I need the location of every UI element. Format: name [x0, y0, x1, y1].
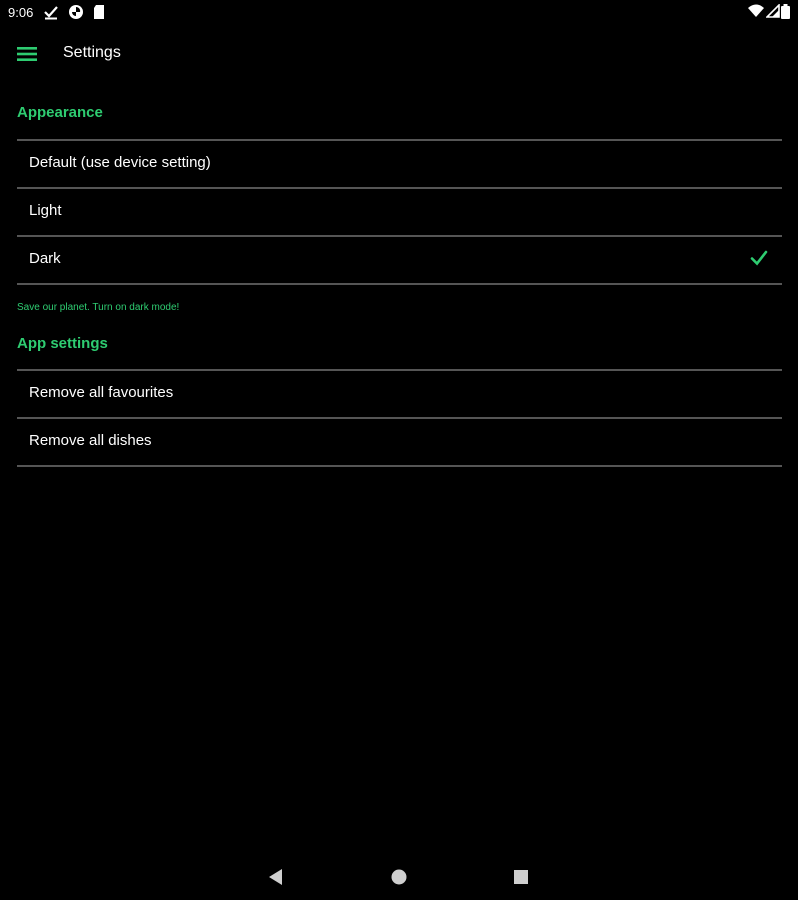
theme-option-label: Light [29, 202, 62, 219]
status-bar: 9:06 [0, 0, 798, 26]
app-settings-header: App settings [17, 335, 108, 352]
app-settings-list: Remove all favourites Remove all dishes [17, 369, 782, 467]
theme-option-label: Dark [29, 250, 61, 267]
theme-option-light[interactable]: Light [17, 187, 782, 235]
home-icon[interactable] [389, 867, 409, 887]
back-icon[interactable] [266, 867, 286, 887]
sd-card-icon [93, 4, 107, 20]
remove-all-favourites-item[interactable]: Remove all favourites [17, 369, 782, 417]
status-time: 9:06 [8, 5, 34, 20]
appearance-options: Default (use device setting) Light Dark [17, 139, 782, 285]
recents-icon[interactable] [511, 867, 531, 887]
appearance-header: Appearance [17, 104, 103, 121]
signal-icon [766, 4, 780, 20]
theme-option-dark[interactable]: Dark [17, 235, 782, 285]
remove-all-dishes-label: Remove all dishes [29, 432, 152, 449]
remove-all-favourites-label: Remove all favourites [29, 384, 174, 401]
theme-option-default[interactable]: Default (use device setting) [17, 139, 782, 187]
hamburger-menu-icon[interactable] [17, 45, 37, 63]
wifi-icon [748, 4, 764, 20]
theme-option-label: Default (use device setting) [29, 154, 211, 171]
pinwheel-app-icon [68, 4, 83, 20]
download-done-icon [44, 4, 58, 20]
app-bar: Settings [0, 26, 798, 84]
system-nav-bar [0, 855, 798, 900]
page-title: Settings [63, 44, 121, 61]
dark-mode-hint: Save our planet. Turn on dark mode! [17, 302, 180, 313]
checkmark-icon [750, 249, 768, 267]
remove-all-dishes-item[interactable]: Remove all dishes [17, 417, 782, 467]
battery-icon [781, 4, 791, 20]
